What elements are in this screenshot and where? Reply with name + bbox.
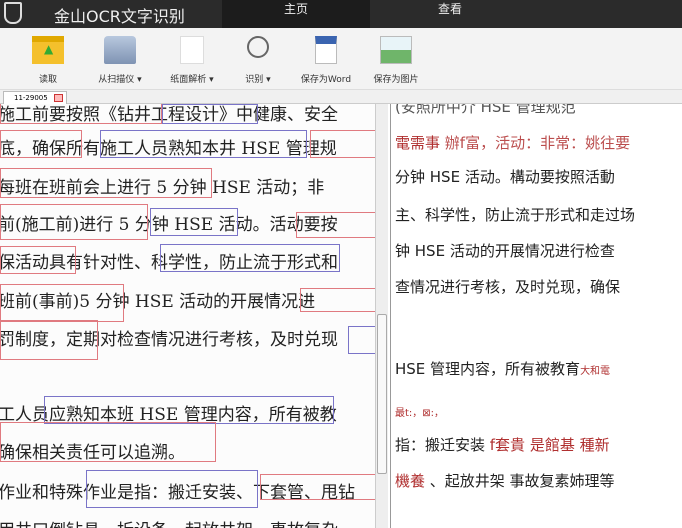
text-segment: 最t:，⊠:，	[395, 408, 445, 419]
text-line: 最t:，⊠:，	[395, 404, 444, 419]
text-segment: HSE 管理内容，所有被教育	[395, 360, 581, 378]
read-button[interactable]: ▲ 读取	[28, 36, 68, 85]
text-region-box[interactable]	[0, 320, 98, 360]
text-region-box[interactable]	[0, 246, 76, 274]
text-line: 分钟 HSE 活动。構动要按照活動	[395, 168, 615, 186]
from-scanner-label: 从扫描仪 ▾	[98, 75, 142, 85]
page-analysis-label: 纸面解析 ▾	[170, 75, 214, 85]
save-as-word-button[interactable]: 保存为Word	[294, 36, 358, 85]
search-icon	[247, 36, 269, 58]
recognize-button[interactable]: 识别 ▾	[238, 36, 278, 85]
text-region-box[interactable]	[300, 288, 375, 312]
title-bar: 金山OCR文字识别 主页 查看	[0, 0, 682, 28]
tab-view[interactable]: 查看	[370, 0, 530, 28]
text-line: 查情况进行考核，及时兑现，确保	[395, 278, 621, 296]
text-region-box[interactable]	[296, 212, 375, 238]
page-analysis-button[interactable]: 纸面解析 ▾	[164, 36, 220, 85]
text-region-box[interactable]	[0, 104, 162, 124]
image-region-box[interactable]	[150, 208, 238, 236]
toolbar: ▲ 读取 从扫描仪 ▾ 纸面解析 ▾ 识别 ▾ 保存为Word 保存为图片	[0, 28, 682, 90]
save-as-word-label: 保存为Word	[300, 75, 352, 85]
save-as-image-button[interactable]: 保存为图片	[368, 36, 424, 85]
recognized-text-pane[interactable]: (安照所中介 HSE 管理规范 電需事 辦f富，活动：非常：姚往要 分钟 HSE…	[390, 104, 682, 528]
folder-icon: ▲	[32, 36, 64, 64]
recognition-layout-pane[interactable]: 施工前要按照《钻井工程设计》中健康、安全 底，确保所有施工人员熟知本井 HSE …	[0, 104, 375, 528]
from-scanner-button[interactable]: 从扫描仪 ▾	[92, 36, 148, 85]
save-as-image-label: 保存为图片	[373, 75, 419, 85]
text-segment: 辦f富，活动：非常：姚往要	[440, 134, 631, 152]
tab-home[interactable]: 主页	[222, 0, 370, 28]
text-region-box[interactable]	[310, 130, 375, 158]
document-tab-label: 11-29005	[14, 94, 48, 102]
scanner-icon	[104, 36, 136, 64]
text-region-box[interactable]	[260, 474, 375, 500]
text-region-box[interactable]	[0, 422, 216, 462]
image-icon	[380, 36, 412, 64]
app-logo-icon	[4, 2, 22, 24]
image-region-box[interactable]	[100, 130, 307, 158]
read-label: 读取	[38, 75, 57, 85]
scrollbar-thumb[interactable]	[377, 314, 387, 474]
text-line: 钟 HSE 活动的开展情况进行检查	[395, 242, 615, 260]
text-segment: 指：搬迁安装	[395, 436, 490, 454]
text-line: 電需事 辦f富，活动：非常：姚往要	[395, 132, 630, 153]
text-line: 指：搬迁安装 f套貴 是館基 種新	[395, 434, 610, 455]
text-line: 主、科学性，防止流于形式和走过场	[395, 206, 636, 224]
image-region-box[interactable]	[44, 396, 334, 424]
text-line: 用井口倒钻具、拆设备、起放井架、事故复杂	[0, 516, 338, 528]
text-region-box[interactable]	[0, 204, 148, 240]
image-region-box[interactable]	[160, 244, 340, 272]
text-segment: 大和電	[580, 366, 611, 377]
text-region-box[interactable]	[0, 168, 212, 198]
vertical-scrollbar[interactable]	[375, 104, 388, 528]
recognize-label: 识别 ▾	[245, 75, 271, 85]
image-region-box[interactable]	[348, 326, 375, 354]
text-segment: 、起放井架 事故复素姉理等	[425, 472, 615, 490]
text-line: (安照所中介 HSE 管理规范	[395, 104, 576, 116]
text-line: 機養 、起放井架 事故复素姉理等	[395, 470, 615, 491]
text-segment: f套貴 是館基 種新	[489, 436, 610, 454]
text-region-box[interactable]	[0, 284, 124, 322]
document-tab-bar: 11-29005	[0, 90, 682, 104]
image-region-box[interactable]	[86, 470, 258, 508]
image-region-box[interactable]	[162, 104, 258, 124]
text-line: HSE 管理内容，所有被教育大和電	[395, 358, 610, 379]
text-segment: 機養	[395, 472, 426, 490]
word-document-icon	[315, 36, 337, 64]
close-icon[interactable]	[53, 94, 63, 102]
app-title: 金山OCR文字识别	[54, 7, 185, 26]
document-tab[interactable]: 11-29005	[3, 91, 67, 104]
text-region-box[interactable]	[0, 130, 82, 158]
text-segment: 電需事	[395, 134, 441, 152]
page-analysis-icon	[180, 36, 204, 64]
